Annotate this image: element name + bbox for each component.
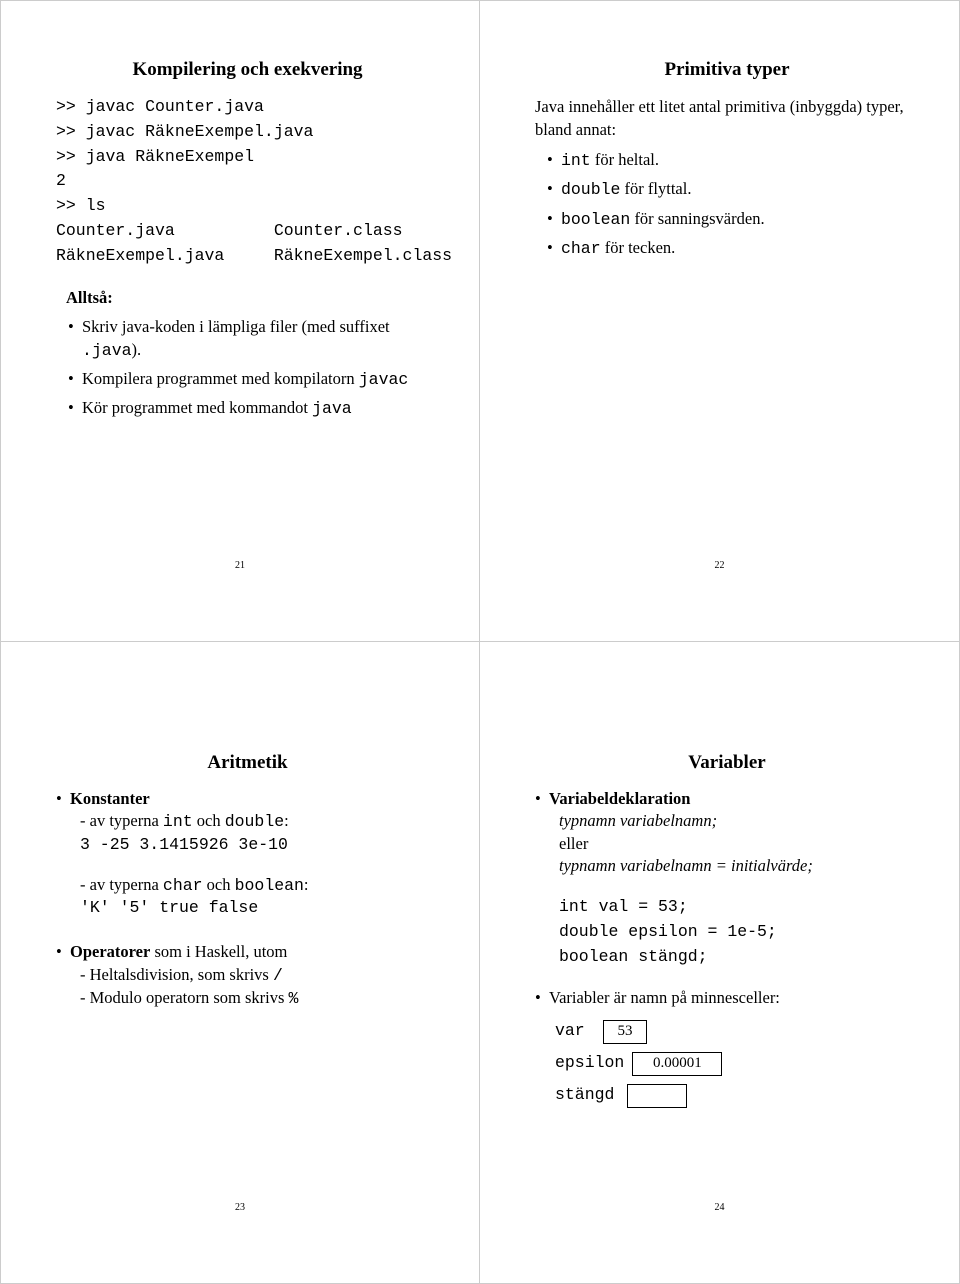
slide-22: Primitiva typer Java innehåller ett lite… xyxy=(480,1,959,642)
code-inline: int xyxy=(163,812,193,831)
code-inline: int xyxy=(561,151,591,170)
var-value-box: 53 xyxy=(603,1020,647,1044)
slide-title: Kompilering och exekvering xyxy=(56,59,439,81)
memory-diagram: var 53 epsilon 0.00001 stängd xyxy=(555,1020,919,1108)
slide-grid: Kompilering och exekvering >> javac Coun… xyxy=(0,0,960,1284)
slide-21: Kompilering och exekvering >> javac Coun… xyxy=(1,1,480,642)
text: : xyxy=(284,811,289,830)
var-name: epsilon xyxy=(555,1052,624,1074)
text: för tecken. xyxy=(601,238,676,257)
list-item: Variabler är namn på minnesceller: var 5… xyxy=(535,987,919,1107)
text: och xyxy=(203,875,235,894)
code-inline: char xyxy=(561,239,601,258)
text: som i Haskell, utom xyxy=(150,942,287,961)
text: Variabler är namn på minnesceller: xyxy=(549,988,780,1007)
list-item: char för tecken. xyxy=(547,237,919,260)
list-item: Kompilera programmet med kompilatorn jav… xyxy=(68,368,439,391)
text: - av typerna xyxy=(80,875,163,894)
subheading: Operatorer xyxy=(70,942,150,961)
code-inline: char xyxy=(163,876,203,895)
memory-row: epsilon 0.00001 xyxy=(555,1052,919,1076)
constants-line: 3 -25 3.1415926 3e-10 xyxy=(80,834,439,856)
subheading: Variabeldeklaration xyxy=(549,789,690,808)
sub-line: - av typerna char och boolean: xyxy=(80,874,439,897)
bullet-list: Konstanter - av typerna int och double: … xyxy=(56,788,439,1010)
text: - Heltalsdivision, som skrivs xyxy=(80,965,273,984)
code-inline: % xyxy=(289,989,299,1008)
text: eller xyxy=(559,833,919,855)
page-number: 23 xyxy=(1,1202,479,1213)
var-value-box: 0.00001 xyxy=(632,1052,722,1076)
terminal-block: >> javac Counter.java >> javac RäkneExem… xyxy=(56,95,439,268)
list-item: boolean för sanningsvärden. xyxy=(547,208,919,231)
slide-24: Variabler Variabeldeklaration typnamn va… xyxy=(480,642,959,1283)
subheading: Alltså: xyxy=(66,288,439,308)
list-item: int för heltal. xyxy=(547,149,919,172)
slide-23: Aritmetik Konstanter - av typerna int oc… xyxy=(1,642,480,1283)
page-number: 21 xyxy=(1,560,479,571)
bullet-list: Variabeldeklaration typnamn variabelnamn… xyxy=(535,788,919,1108)
code-inline: double xyxy=(561,180,620,199)
sub-line: - Heltalsdivision, som skrivs / xyxy=(80,964,439,987)
text: - av typerna xyxy=(80,811,163,830)
var-value-box xyxy=(627,1084,687,1108)
subheading: Konstanter xyxy=(70,789,150,808)
slide-title: Aritmetik xyxy=(56,752,439,774)
page-number: 22 xyxy=(480,560,959,571)
memory-row: var 53 xyxy=(555,1020,919,1044)
list-item: Konstanter - av typerna int och double: … xyxy=(56,788,439,919)
page-number: 24 xyxy=(480,1202,959,1213)
var-name: var xyxy=(555,1020,595,1042)
code-inline: double xyxy=(225,812,284,831)
text: Kompilera programmet med kompilatorn xyxy=(82,369,359,388)
code-inline: javac xyxy=(359,370,409,389)
code-block: int val = 53; double epsilon = 1e-5; boo… xyxy=(559,895,919,969)
list-item: Skriv java-koden i lämpliga filer (med s… xyxy=(68,316,439,362)
code-inline: java xyxy=(312,399,352,418)
text: Kör programmet med kommandot xyxy=(82,398,312,417)
list-item: Kör programmet med kommandot java xyxy=(68,397,439,420)
code-inline: .java xyxy=(82,341,132,360)
code-inline: boolean xyxy=(235,876,304,895)
slide-title: Variabler xyxy=(535,752,919,774)
syntax-line: typnamn variabelnamn = initialvärde; xyxy=(559,855,919,877)
list-item: Variabeldeklaration typnamn variabelnamn… xyxy=(535,788,919,969)
sub-line: - Modulo operatorn som skrivs % xyxy=(80,987,439,1010)
slide-title: Primitiva typer xyxy=(535,59,919,81)
code-inline: boolean xyxy=(561,210,630,229)
list-item: Operatorer som i Haskell, utom - Heltals… xyxy=(56,941,439,1010)
text: för sanningsvärden. xyxy=(630,209,764,228)
syntax-line: typnamn variabelnamn; xyxy=(559,810,919,832)
list-item: double för flyttal. xyxy=(547,178,919,201)
text: ). xyxy=(132,340,142,359)
sub-line: - av typerna int och double: xyxy=(80,810,439,833)
bullet-list: Skriv java-koden i lämpliga filer (med s… xyxy=(56,316,439,420)
var-name: stängd xyxy=(555,1084,619,1106)
text: - Modulo operatorn som skrivs xyxy=(80,988,289,1007)
text: för heltal. xyxy=(591,150,659,169)
text: : xyxy=(304,875,309,894)
bullet-list: int för heltal. double för flyttal. bool… xyxy=(535,149,919,260)
code-inline: / xyxy=(273,966,283,985)
intro-text: Java innehåller ett litet antal primitiv… xyxy=(535,95,919,141)
text: Skriv java-koden i lämpliga filer (med s… xyxy=(82,317,390,336)
memory-row: stängd xyxy=(555,1084,919,1108)
text: för flyttal. xyxy=(620,179,691,198)
text: och xyxy=(193,811,225,830)
constants-line: 'K' '5' true false xyxy=(80,897,439,919)
